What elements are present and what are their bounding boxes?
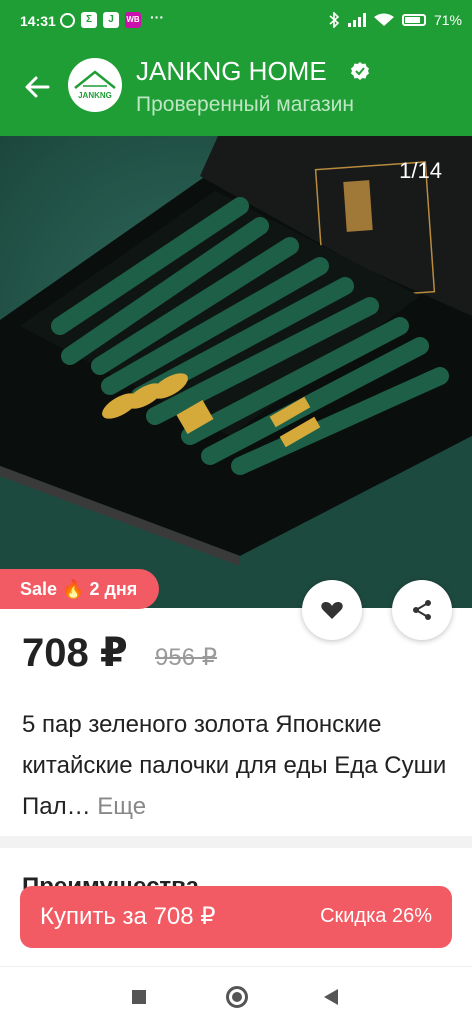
product-title-text: 5 пар зеленого золота Японские китайские… <box>22 711 447 820</box>
notification-icons: Σ J WB ··· <box>60 9 167 28</box>
buy-button-label: Купить за 708 ₽ <box>40 903 216 930</box>
more-dots-icon: ··· <box>150 9 164 25</box>
store-logo[interactable]: JANKNG <box>68 58 122 112</box>
heart-icon <box>321 602 343 619</box>
battery-icon <box>401 14 426 26</box>
store-name[interactable]: JANKNG HOME <box>136 56 327 87</box>
store-subtitle: Проверенный магазин <box>136 93 354 116</box>
share-icon <box>413 600 431 620</box>
system-nav-bar <box>0 966 472 1024</box>
more-link[interactable]: Еще <box>97 793 146 820</box>
wifi-icon <box>373 13 394 26</box>
home-button[interactable] <box>226 986 248 1008</box>
store-header: JANKNG JANKNG HOME Проверенный магазин <box>0 44 472 136</box>
section-divider <box>0 836 472 848</box>
verified-check-icon <box>351 62 369 80</box>
share-button[interactable] <box>392 580 452 640</box>
bluetooth-icon <box>329 12 340 28</box>
system-icons: 71% <box>328 12 462 28</box>
image-counter: 1/14 <box>399 158 442 183</box>
discount-label: Скидка 26% <box>320 905 432 927</box>
product-image[interactable]: 1/14 <box>0 136 472 608</box>
status-time: 14:31 <box>20 13 56 29</box>
back-button[interactable] <box>324 989 338 1005</box>
alarm-icon <box>60 12 75 28</box>
status-bar: 14:31 Σ J WB ··· 71% <box>0 0 472 44</box>
old-price: 956 ₽ <box>155 644 217 671</box>
sigma-icon: Σ <box>81 12 97 28</box>
chopsticks-box-image <box>0 136 472 608</box>
current-price: 708 ₽ <box>22 631 128 675</box>
back-arrow-icon[interactable] <box>22 72 52 102</box>
battery-percent: 71% <box>433 12 462 28</box>
product-title: 5 пар зеленого золота Японские китайские… <box>22 704 454 827</box>
j-icon: J <box>103 12 119 28</box>
signal-icon <box>347 13 366 27</box>
recents-button[interactable] <box>132 990 146 1004</box>
buy-button[interactable]: Купить за 708 ₽ Скидка 26% <box>20 886 452 948</box>
logo-text: JANKNG <box>78 91 112 100</box>
favorite-button[interactable] <box>302 580 362 640</box>
sale-badge: Sale 🔥 2 дня <box>0 569 160 609</box>
house-roof-icon <box>74 70 116 89</box>
wb-icon: WB <box>125 12 141 28</box>
